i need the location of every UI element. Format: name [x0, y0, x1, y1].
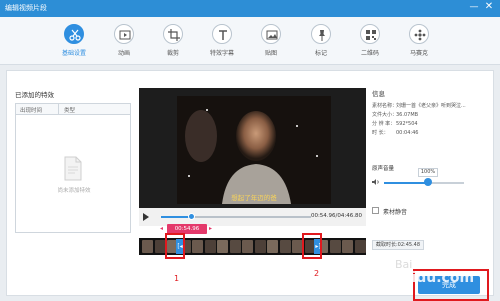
watermark-text: aidu.com: [402, 270, 475, 286]
tab-crop[interactable]: 裁剪: [153, 24, 193, 62]
info-key: 文件大小：: [372, 112, 398, 118]
info-key: 分 辨 率：: [372, 121, 396, 127]
info-panel-title: 信息: [372, 90, 385, 98]
speaker-icon[interactable]: [372, 178, 380, 186]
tab-label: 马赛克: [409, 50, 428, 57]
image-icon: [261, 24, 281, 44]
volume-title: 原声音量: [372, 166, 395, 172]
effects-table: 出现时间 类型 尚未添加特效: [15, 103, 131, 233]
info-key: 时 长：: [372, 130, 389, 136]
empty-document-icon: [64, 156, 82, 181]
mosaic-icon: [409, 24, 429, 44]
tab-label: 动画: [117, 50, 130, 57]
effects-panel-title: 已添加的特效: [15, 91, 54, 99]
title-bar: 编辑视频片段 — ✕: [0, 0, 500, 17]
filmstrip-frame: [154, 240, 166, 253]
tab-label: 标记: [314, 50, 327, 57]
video-frame[interactable]: 想起了年迈的爸: [177, 96, 331, 204]
effects-table-header: 出现时间 类型: [16, 104, 130, 115]
annotation-label-2: 2: [314, 269, 320, 278]
tab-label: 二维码: [360, 50, 379, 57]
tab-label: 贴图: [264, 50, 277, 57]
tab-marks[interactable]: 标记: [301, 24, 341, 62]
empty-state-text: 尚未添加特效: [57, 188, 91, 194]
volume-value-tooltip: 100%: [418, 168, 438, 177]
effects-panel: 已添加的特效 出现时间 类型 尚未添加特效: [15, 89, 131, 233]
filmstrip-frame: [329, 240, 341, 253]
highlight-box-start: [165, 233, 185, 259]
filmstrip-frame: [142, 240, 153, 253]
column-header-type: 类型: [64, 108, 76, 114]
mute-label: 素材静音: [383, 209, 408, 216]
info-row-resolution: 分 辨 率：592*504: [372, 120, 487, 129]
volume-fill: [384, 182, 428, 184]
scissors-icon: [64, 24, 84, 44]
clip-duration-label: 截取时长:02:45.48: [372, 240, 425, 250]
video-frame-image: [177, 96, 331, 204]
video-subtitle: 想起了年迈的爸: [231, 194, 277, 202]
info-row-size: 文件大小：36.07MB: [372, 111, 487, 120]
close-button[interactable]: ✕: [483, 1, 495, 13]
video-player: 想起了年迈的爸 00:54.96/04:46.80: [139, 88, 366, 226]
highlight-box-end: [302, 233, 322, 259]
filmstrip-frame: [204, 240, 216, 253]
toolbar: 基础设置 动画 裁剪 特效字幕 贴图 标记 二维码 马赛克: [0, 17, 500, 65]
filmstrip-frame: [217, 240, 228, 253]
play-icon[interactable]: [143, 213, 149, 221]
filmstrip-frame: [342, 240, 353, 253]
qrcode-icon: [360, 24, 380, 44]
info-row-name: 素材名称：刘珊一首《老父亲》听到哭泣...: [372, 102, 487, 111]
tab-animation[interactable]: 动画: [104, 24, 144, 62]
filmstrip-frame: [192, 240, 203, 253]
main-panel: 已添加的特效 出现时间 类型 尚未添加特效 想起了年迈的爸 00:54.96/0…: [6, 70, 494, 296]
info-value: 592*504: [396, 121, 418, 127]
tab-effect-subtitles[interactable]: 特效字幕: [202, 24, 242, 62]
filmstrip-frame: [267, 240, 278, 253]
info-value: 刘珊一首《老父亲》听到哭泣...: [396, 103, 466, 109]
tab-mosaic[interactable]: 马赛克: [399, 24, 439, 62]
column-header-time: 出现时间: [20, 108, 43, 114]
info-value: 36.07MB: [396, 112, 419, 118]
column-divider: [58, 104, 59, 115]
info-row-duration: 时 长： 00:04:46: [372, 129, 487, 138]
text-icon: [212, 24, 232, 44]
window-title: 编辑视频片段: [5, 4, 47, 12]
tab-stickers[interactable]: 贴图: [251, 24, 291, 62]
filmstrip-frame: [254, 240, 266, 253]
playback-progress-bar[interactable]: [161, 213, 311, 220]
tab-qrcode[interactable]: 二维码: [350, 24, 390, 62]
tab-label: 基础设置: [61, 50, 86, 57]
animation-icon: [114, 24, 134, 44]
info-value: 00:04:46: [396, 130, 419, 136]
clip-time-increase-icon[interactable]: ▸: [209, 225, 212, 232]
progress-fill: [161, 216, 191, 218]
annotation-label-1: 1: [174, 274, 180, 283]
info-rows: 素材名称：刘珊一首《老父亲》听到哭泣... 文件大小：36.07MB 分 辨 率…: [372, 102, 487, 138]
minimize-button[interactable]: —: [468, 1, 480, 13]
pin-icon: [311, 24, 331, 44]
timecode: 00:54.96/04:46.80: [310, 213, 362, 219]
info-panel: 信息 素材名称：刘珊一首《老父亲》听到哭泣... 文件大小：36.07MB 分 …: [372, 88, 487, 216]
filmstrip-frame: [229, 240, 241, 253]
crop-icon: [163, 24, 183, 44]
tab-basic-settings[interactable]: 基础设置: [54, 24, 94, 62]
filmstrip-frame: [279, 240, 291, 253]
filmstrip-frame: [354, 240, 366, 253]
checkbox-box[interactable]: [372, 207, 379, 214]
clip-time-decrease-icon[interactable]: ◂: [160, 225, 163, 232]
volume-knob[interactable]: [424, 178, 432, 186]
filmstrip-frame: [242, 240, 253, 253]
progress-knob[interactable]: [187, 213, 195, 220]
info-key: 素材名称：: [372, 103, 398, 109]
tab-label: 裁剪: [166, 50, 179, 57]
tab-label: 特效字幕: [209, 50, 234, 57]
